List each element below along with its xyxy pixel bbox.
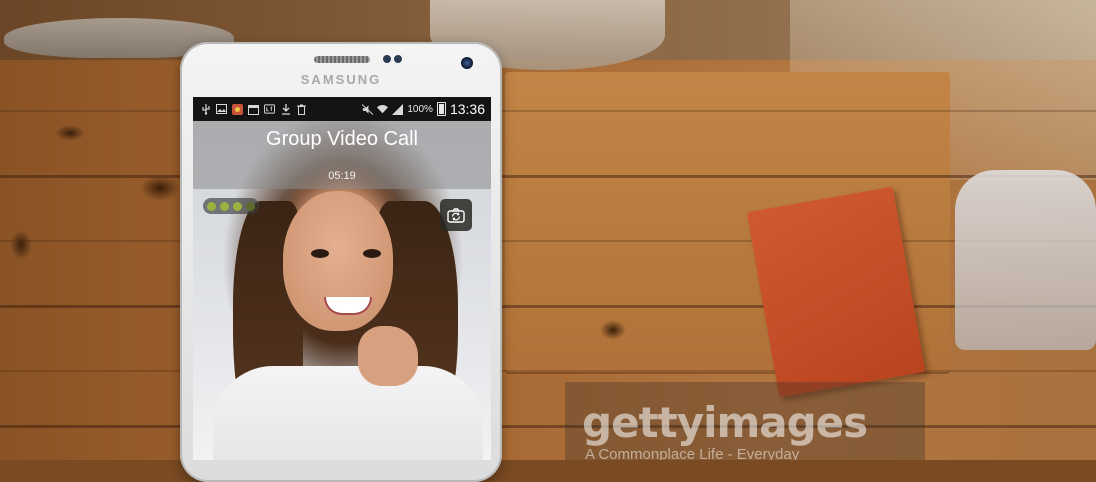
camera-switch-icon xyxy=(447,207,465,223)
wifi-icon xyxy=(377,104,389,115)
app-icon xyxy=(232,103,243,115)
trash-icon xyxy=(296,104,307,115)
quality-dot xyxy=(246,201,255,211)
battery-percent: 100% xyxy=(407,103,433,115)
phone-screen: 100% 13:36 Group Video Call 05:19 xyxy=(193,97,491,460)
call-title: Group Video Call xyxy=(266,128,418,150)
switch-camera-button[interactable] xyxy=(440,199,472,231)
signal-icon xyxy=(392,103,404,115)
battery-icon xyxy=(436,102,446,116)
proximity-sensor xyxy=(383,55,391,63)
calendar-icon xyxy=(248,104,259,115)
background-photo: gettyimages A Commonplace Life - Everyda… xyxy=(0,0,1096,460)
front-camera-lens xyxy=(461,57,473,69)
download-icon xyxy=(280,103,291,115)
usb-icon xyxy=(200,103,211,115)
light-sensor xyxy=(394,55,402,63)
quality-dot xyxy=(207,201,216,211)
status-time: 13:36 xyxy=(449,101,485,117)
image-icon xyxy=(216,104,227,115)
watermark-caption: A Commonplace Life - Everyday xyxy=(585,446,800,460)
mute-icon xyxy=(362,103,374,115)
watermark-logo: gettyimages xyxy=(582,398,868,447)
quality-dot xyxy=(233,201,242,211)
call-timer: 05:19 xyxy=(328,170,356,182)
background-chair-right xyxy=(955,170,1096,350)
earpiece-speaker xyxy=(314,56,370,63)
lte-icon xyxy=(264,104,275,115)
status-bar: 100% 13:36 xyxy=(193,97,491,121)
connection-quality-indicator xyxy=(203,198,259,214)
phone-brand-logo: SAMSUNG xyxy=(300,72,382,87)
quality-dot xyxy=(220,201,229,211)
